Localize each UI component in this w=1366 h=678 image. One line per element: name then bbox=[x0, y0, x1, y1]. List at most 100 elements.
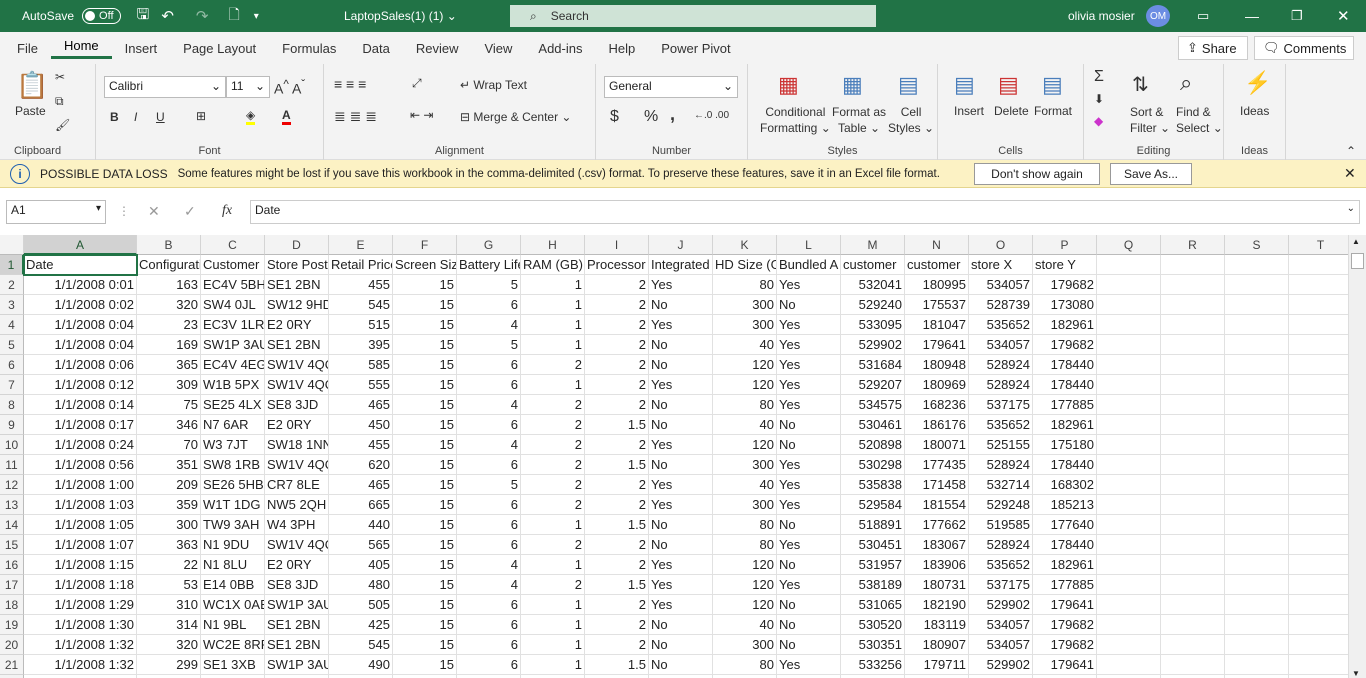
row-header[interactable]: 12 bbox=[0, 475, 24, 495]
cell[interactable]: SE1 3XB bbox=[201, 655, 265, 675]
cell[interactable]: 120 bbox=[713, 555, 777, 575]
cell[interactable] bbox=[1225, 555, 1289, 575]
cell[interactable]: N1 9DU bbox=[201, 535, 265, 555]
cell[interactable]: 183906 bbox=[905, 555, 969, 575]
cell[interactable] bbox=[1225, 335, 1289, 355]
cell[interactable]: 2 bbox=[521, 475, 585, 495]
format-table-icon[interactable]: ▦ bbox=[842, 72, 863, 98]
tab-formulas[interactable]: Formulas bbox=[269, 41, 349, 56]
cell[interactable]: 2 bbox=[521, 395, 585, 415]
cell[interactable]: 15 bbox=[393, 575, 457, 595]
cell[interactable] bbox=[1289, 315, 1348, 335]
cell[interactable]: 15 bbox=[393, 515, 457, 535]
cell[interactable] bbox=[1225, 395, 1289, 415]
cell[interactable]: 1 bbox=[521, 615, 585, 635]
ideas-button[interactable]: Ideas bbox=[1240, 104, 1269, 118]
indent-icon[interactable]: ⇤ ⇥ bbox=[410, 108, 433, 122]
cell[interactable]: SW18 1NN bbox=[265, 435, 329, 455]
cell[interactable]: 2 bbox=[585, 555, 649, 575]
cell[interactable] bbox=[1289, 515, 1348, 535]
cell[interactable]: 1.5 bbox=[585, 655, 649, 675]
cell[interactable]: 530298 bbox=[841, 455, 905, 475]
cell[interactable]: 177662 bbox=[905, 515, 969, 535]
cell[interactable]: 450 bbox=[329, 415, 393, 435]
cell[interactable]: 40 bbox=[713, 335, 777, 355]
cell[interactable]: 4 bbox=[457, 315, 521, 335]
cell[interactable]: Yes bbox=[649, 375, 713, 395]
cell[interactable]: No bbox=[777, 295, 841, 315]
cell[interactable]: 1 bbox=[521, 335, 585, 355]
cell[interactable]: 518891 bbox=[841, 515, 905, 535]
vertical-scrollbar[interactable]: ▲ ▼ bbox=[1348, 235, 1366, 678]
cell[interactable] bbox=[1097, 555, 1161, 575]
autosum-icon[interactable]: Σ bbox=[1094, 68, 1104, 86]
cell[interactable]: Yes bbox=[649, 435, 713, 455]
cell[interactable]: 535838 bbox=[841, 475, 905, 495]
orientation-icon[interactable]: ⤢ bbox=[412, 76, 422, 91]
cell[interactable] bbox=[1161, 295, 1225, 315]
cell[interactable]: 15 bbox=[393, 275, 457, 295]
cell[interactable] bbox=[1289, 595, 1348, 615]
column-header[interactable]: M bbox=[841, 235, 905, 255]
format-painter-icon[interactable]: 🖌 bbox=[55, 118, 70, 132]
cell[interactable]: 1/1/2008 0:24 bbox=[24, 435, 137, 455]
column-header[interactable]: D bbox=[265, 235, 329, 255]
cell[interactable]: 186176 bbox=[905, 415, 969, 435]
column-header[interactable]: C bbox=[201, 235, 265, 255]
cell[interactable]: Yes bbox=[649, 575, 713, 595]
customize-toolbar-icon[interactable]: ▾ bbox=[254, 11, 259, 22]
cell[interactable]: 171458 bbox=[905, 475, 969, 495]
cell[interactable]: 40 bbox=[713, 615, 777, 635]
cell[interactable]: 1/1/2008 1:32 bbox=[24, 655, 137, 675]
cell[interactable]: 529240 bbox=[841, 295, 905, 315]
cell[interactable]: 309 bbox=[137, 375, 201, 395]
cell[interactable]: 1.5 bbox=[585, 515, 649, 535]
cell[interactable]: 6 bbox=[457, 295, 521, 315]
cell[interactable]: 534057 bbox=[969, 335, 1033, 355]
cell[interactable]: 490 bbox=[329, 655, 393, 675]
row-header[interactable]: 21 bbox=[0, 655, 24, 675]
cell[interactable]: EC4V 4EG bbox=[201, 355, 265, 375]
format-cells-icon[interactable]: ▤ bbox=[1042, 72, 1063, 98]
cell[interactable]: 528739 bbox=[969, 295, 1033, 315]
cell[interactable] bbox=[1225, 475, 1289, 495]
cell[interactable]: 6 bbox=[457, 375, 521, 395]
cell[interactable] bbox=[1097, 335, 1161, 355]
column-header[interactable]: R bbox=[1161, 235, 1225, 255]
cell[interactable]: 1/1/2008 0:17 bbox=[24, 415, 137, 435]
cell[interactable] bbox=[1289, 435, 1348, 455]
cell[interactable]: 545 bbox=[329, 295, 393, 315]
cell[interactable]: SE8 3JD bbox=[265, 575, 329, 595]
tab-file[interactable]: File bbox=[0, 41, 51, 56]
cell[interactable] bbox=[1225, 575, 1289, 595]
number-format-select[interactable]: General ⌄ bbox=[604, 76, 738, 98]
cell[interactable] bbox=[1097, 415, 1161, 435]
cell[interactable]: 179682 bbox=[1033, 335, 1097, 355]
cell[interactable]: 182961 bbox=[1033, 555, 1097, 575]
cell[interactable] bbox=[1289, 555, 1348, 575]
percent-button[interactable]: % bbox=[644, 108, 658, 126]
cell[interactable]: 173080 bbox=[1033, 295, 1097, 315]
avatar[interactable]: OM bbox=[1146, 5, 1170, 27]
cell[interactable] bbox=[1289, 415, 1348, 435]
comments-button[interactable]: 🗨 Comments bbox=[1254, 36, 1354, 60]
cell[interactable]: 1.5 bbox=[585, 415, 649, 435]
cell[interactable]: 515 bbox=[329, 315, 393, 335]
save-as-button[interactable]: Save As... bbox=[1110, 163, 1192, 185]
cell[interactable]: 80 bbox=[713, 275, 777, 295]
cell[interactable]: 1 bbox=[521, 275, 585, 295]
cell[interactable]: Yes bbox=[649, 495, 713, 515]
cell[interactable]: 530520 bbox=[841, 615, 905, 635]
cell[interactable]: No bbox=[649, 395, 713, 415]
cell[interactable]: W4 3PH bbox=[265, 515, 329, 535]
cell[interactable]: 53 bbox=[137, 575, 201, 595]
cell[interactable]: 15 bbox=[393, 435, 457, 455]
cell[interactable] bbox=[1161, 335, 1225, 355]
grow-font-icon[interactable]: A^ Aˇ bbox=[274, 78, 305, 97]
cell[interactable]: 365 bbox=[137, 355, 201, 375]
cell[interactable]: 529902 bbox=[969, 655, 1033, 675]
cell[interactable]: 175180 bbox=[1033, 435, 1097, 455]
close-infobar-icon[interactable]: ✕ bbox=[1344, 165, 1356, 182]
cell[interactable]: 177435 bbox=[905, 455, 969, 475]
cell[interactable]: 519585 bbox=[969, 515, 1033, 535]
